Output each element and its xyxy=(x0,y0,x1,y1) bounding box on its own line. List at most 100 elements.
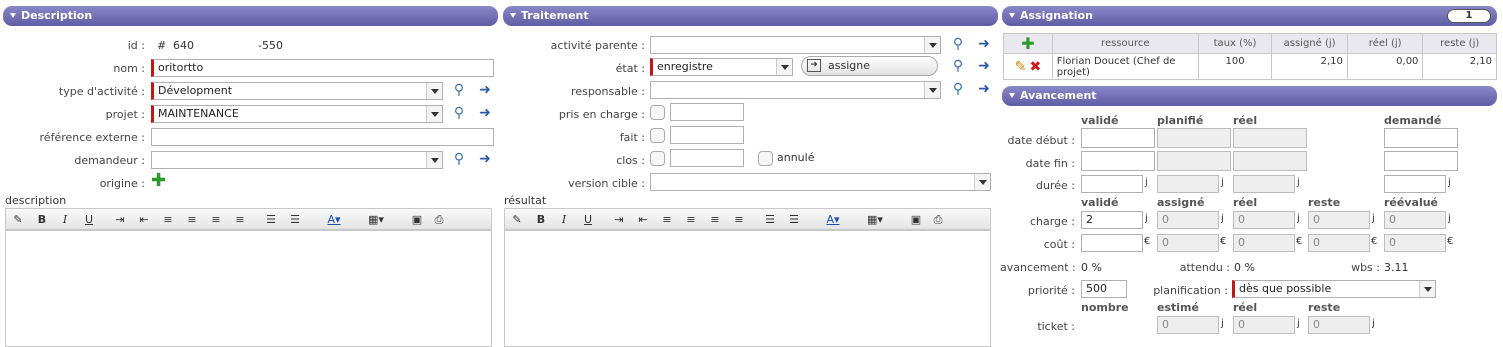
parent-activity-select[interactable] xyxy=(650,36,941,54)
align-center-icon[interactable]: ≡ xyxy=(683,212,699,227)
responsible-select[interactable] xyxy=(650,81,941,99)
chevron-down-icon[interactable] xyxy=(426,152,442,168)
highlight-icon[interactable]: ▦▾ xyxy=(362,212,390,227)
chevron-down-icon[interactable] xyxy=(426,83,442,99)
assign-state-button[interactable]: ➜ assigne xyxy=(801,56,938,76)
end-validated-field[interactable] xyxy=(1081,151,1155,171)
search-icon[interactable]: ⚲ xyxy=(451,151,467,167)
description-section-header[interactable]: Description xyxy=(3,6,498,26)
unordered-list-icon[interactable]: ☰ xyxy=(786,212,802,227)
cancelled-checkbox[interactable] xyxy=(758,151,773,166)
ticket-left-field: 0 xyxy=(1308,316,1370,334)
edit-icon[interactable]: ✎ xyxy=(1015,59,1027,75)
indent-icon[interactable]: ⇥ xyxy=(112,212,128,227)
search-icon[interactable]: ⚲ xyxy=(451,105,467,121)
bold-icon[interactable]: B xyxy=(34,212,50,227)
eraser-icon[interactable]: ✎ xyxy=(10,212,26,227)
fullscreen-icon[interactable]: ▣ xyxy=(908,212,924,227)
cost-left-field: 0 xyxy=(1308,234,1370,252)
project-select[interactable]: MAINTENANCE xyxy=(151,105,443,123)
goto-icon[interactable]: ➜ xyxy=(976,36,992,52)
taken-date-field[interactable] xyxy=(670,103,744,121)
taken-checkbox[interactable] xyxy=(650,105,665,120)
italic-icon[interactable]: I xyxy=(57,212,73,227)
goto-icon[interactable]: ➜ xyxy=(477,105,493,121)
align-left-icon[interactable]: ≡ xyxy=(160,212,176,227)
print-icon[interactable]: ⎙ xyxy=(431,212,447,227)
justify-icon[interactable]: ≡ xyxy=(232,212,248,227)
unit-label: € xyxy=(1144,236,1151,247)
cancelled-label: annulé xyxy=(777,151,815,164)
work-validated-field[interactable]: 2 xyxy=(1081,211,1143,229)
search-icon[interactable]: ⚲ xyxy=(950,81,966,97)
planning-select[interactable]: dès que possible xyxy=(1232,280,1436,298)
search-icon[interactable]: ⚲ xyxy=(451,82,467,98)
chevron-down-icon[interactable] xyxy=(924,37,940,53)
add-origin-icon[interactable]: ✚ xyxy=(151,172,166,190)
italic-icon[interactable]: I xyxy=(556,212,572,227)
duration-validated-field[interactable] xyxy=(1081,175,1143,193)
requester-select[interactable] xyxy=(151,151,443,169)
align-right-icon[interactable]: ≡ xyxy=(707,212,723,227)
chevron-down-icon[interactable] xyxy=(974,174,990,190)
align-right-icon[interactable]: ≡ xyxy=(208,212,224,227)
bold-icon[interactable]: B xyxy=(533,212,549,227)
result-editor[interactable] xyxy=(504,230,991,347)
add-assignment-icon[interactable]: ✚ xyxy=(1021,34,1034,53)
type-select[interactable]: Dévelopment xyxy=(151,82,443,100)
cost-validated-field[interactable] xyxy=(1081,234,1143,252)
end-requested-field[interactable] xyxy=(1384,151,1458,171)
print-icon[interactable]: ⎙ xyxy=(930,212,946,227)
chevron-down-icon[interactable] xyxy=(1419,281,1435,297)
goto-icon[interactable]: ➜ xyxy=(976,58,992,74)
goto-icon[interactable]: ➜ xyxy=(976,81,992,97)
ordered-list-icon[interactable]: ☰ xyxy=(263,212,279,227)
chevron-down-icon[interactable] xyxy=(776,59,792,75)
eraser-icon[interactable]: ✎ xyxy=(509,212,525,227)
name-field[interactable]: oritortto xyxy=(151,59,494,77)
search-icon[interactable]: ⚲ xyxy=(950,58,966,74)
done-checkbox[interactable] xyxy=(650,128,665,143)
ordered-list-icon[interactable]: ☰ xyxy=(762,212,778,227)
goto-icon[interactable]: ➜ xyxy=(477,151,493,167)
underline-icon[interactable]: U xyxy=(81,212,97,227)
align-left-icon[interactable]: ≡ xyxy=(659,212,675,227)
highlight-icon[interactable]: ▦▾ xyxy=(861,212,889,227)
goto-icon[interactable]: ➜ xyxy=(477,82,493,98)
align-center-icon[interactable]: ≡ xyxy=(184,212,200,227)
chevron-down-icon[interactable] xyxy=(924,82,940,98)
priority-field[interactable]: 500 xyxy=(1081,280,1127,298)
progress-section-header[interactable]: Avancement xyxy=(1002,86,1497,106)
outdent-icon[interactable]: ⇤ xyxy=(635,212,651,227)
validated-column-label: validé xyxy=(1081,196,1119,209)
external-reference-label: référence externe : xyxy=(39,131,145,144)
indent-icon[interactable]: ⇥ xyxy=(611,212,627,227)
outdent-icon[interactable]: ⇤ xyxy=(136,212,152,227)
id-reference: -550 xyxy=(258,39,283,52)
end-planned-field xyxy=(1157,151,1231,171)
text-color-icon[interactable]: A▾ xyxy=(320,212,348,227)
search-icon[interactable]: ⚲ xyxy=(950,36,966,52)
end-real-field xyxy=(1233,151,1307,171)
description-editor[interactable] xyxy=(5,230,492,347)
underline-icon[interactable]: U xyxy=(580,212,596,227)
assigned-cell: 2,10 xyxy=(1271,53,1348,80)
state-select[interactable]: enregistre xyxy=(650,58,793,76)
start-requested-field[interactable] xyxy=(1384,128,1458,148)
delete-icon[interactable]: ✖ xyxy=(1029,59,1041,75)
justify-icon[interactable]: ≡ xyxy=(731,212,747,227)
closed-checkbox[interactable] xyxy=(650,151,665,166)
duration-requested-field[interactable] xyxy=(1384,175,1446,193)
unordered-list-icon[interactable]: ☰ xyxy=(287,212,303,227)
start-validated-field[interactable] xyxy=(1081,128,1155,148)
treatment-section-header[interactable]: Traitement xyxy=(503,6,998,26)
closed-date-field[interactable] xyxy=(670,149,744,167)
chevron-down-icon[interactable] xyxy=(426,106,442,122)
external-reference-field[interactable] xyxy=(151,128,494,146)
assignment-section-header[interactable]: Assignation xyxy=(1002,6,1497,26)
target-version-select[interactable] xyxy=(650,173,991,191)
reevaluated-column-label: réévalué xyxy=(1384,196,1439,209)
done-date-field[interactable] xyxy=(670,126,744,144)
text-color-icon[interactable]: A▾ xyxy=(819,212,847,227)
fullscreen-icon[interactable]: ▣ xyxy=(409,212,425,227)
